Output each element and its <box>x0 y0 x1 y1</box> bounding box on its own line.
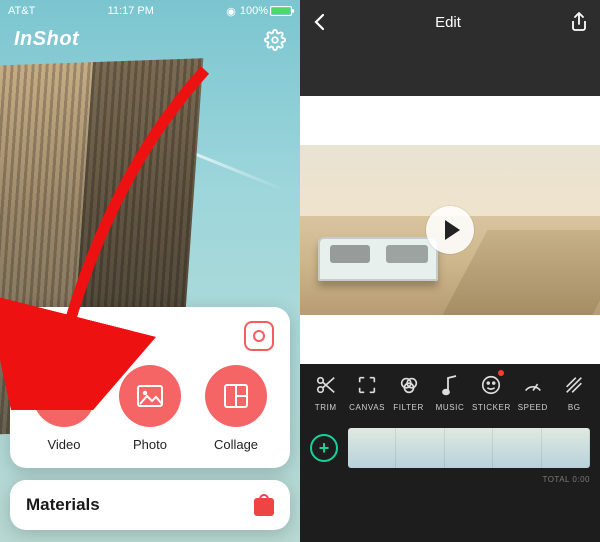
create-new-card: Create New Video Photo Collage <box>10 307 290 468</box>
play-icon <box>445 220 460 240</box>
edit-screen: Edit TRIM CANVAS FILTER MUSIC <box>300 0 600 542</box>
add-clip-button[interactable]: + <box>310 434 338 462</box>
materials-title: Materials <box>26 495 100 515</box>
status-bar: AT&T 11:17 PM ◉ 100% <box>0 0 300 22</box>
tool-bg[interactable]: BG <box>555 372 594 412</box>
tool-speed[interactable]: SPEED <box>513 372 552 412</box>
tool-label: SPEED <box>518 403 548 412</box>
speed-icon <box>520 372 546 398</box>
share-button[interactable] <box>570 12 588 32</box>
video-preview[interactable] <box>300 145 600 315</box>
settings-button[interactable] <box>264 29 286 51</box>
photo-label: Photo <box>133 437 167 452</box>
tool-label: BG <box>568 403 581 412</box>
tool-music[interactable]: MUSIC <box>430 372 469 412</box>
create-option-video[interactable]: Video <box>26 365 102 452</box>
bg-icon <box>561 372 587 398</box>
editor-toolbar: TRIM CANVAS FILTER MUSIC STICKER SPEED <box>300 364 600 542</box>
play-button[interactable] <box>426 206 474 254</box>
timeline-thumbnails[interactable] <box>348 428 590 468</box>
collage-icon <box>205 365 267 427</box>
video-label: Video <box>47 437 80 452</box>
tool-label: TRIM <box>315 403 337 412</box>
create-title: Create New <box>26 326 126 347</box>
filter-icon <box>396 372 422 398</box>
tool-filter[interactable]: FILTER <box>389 372 428 412</box>
clock-label: 11:17 PM <box>108 5 154 17</box>
tool-label: FILTER <box>393 403 424 412</box>
video-icon <box>33 365 95 427</box>
edit-sub-bar <box>300 44 600 96</box>
battery-indicator: 100% <box>240 5 292 17</box>
edit-top-bar: Edit <box>300 0 600 44</box>
carrier-label: AT&T <box>8 5 35 17</box>
materials-card[interactable]: Materials <box>10 480 290 530</box>
create-option-photo[interactable]: Photo <box>112 365 188 452</box>
tool-trim[interactable]: TRIM <box>306 372 345 412</box>
preview-area <box>300 96 600 364</box>
tool-sticker[interactable]: STICKER <box>472 372 511 412</box>
tool-label: STICKER <box>472 403 511 412</box>
tool-canvas[interactable]: CANVAS <box>347 372 386 412</box>
camera-button[interactable] <box>244 321 274 351</box>
shopping-bag-icon <box>254 494 274 516</box>
collage-label: Collage <box>214 437 258 452</box>
music-icon <box>437 372 463 398</box>
location-icon: ◉ <box>226 5 236 18</box>
canvas-icon <box>354 372 380 398</box>
create-option-collage[interactable]: Collage <box>198 365 274 452</box>
back-button[interactable] <box>312 13 326 31</box>
home-screen: AT&T 11:17 PM ◉ 100% InShot Create New <box>0 0 300 542</box>
tool-label: MUSIC <box>436 403 465 412</box>
sticker-icon <box>478 372 504 398</box>
battery-percent: 100% <box>240 5 268 17</box>
timeline-total-label: TOTAL 0:00 <box>542 475 590 484</box>
scissors-icon <box>313 372 339 398</box>
app-logo: InShot <box>14 28 79 51</box>
app-bar: InShot <box>0 22 300 51</box>
tool-label: CANVAS <box>349 403 385 412</box>
edit-title: Edit <box>435 14 461 31</box>
photo-icon <box>119 365 181 427</box>
